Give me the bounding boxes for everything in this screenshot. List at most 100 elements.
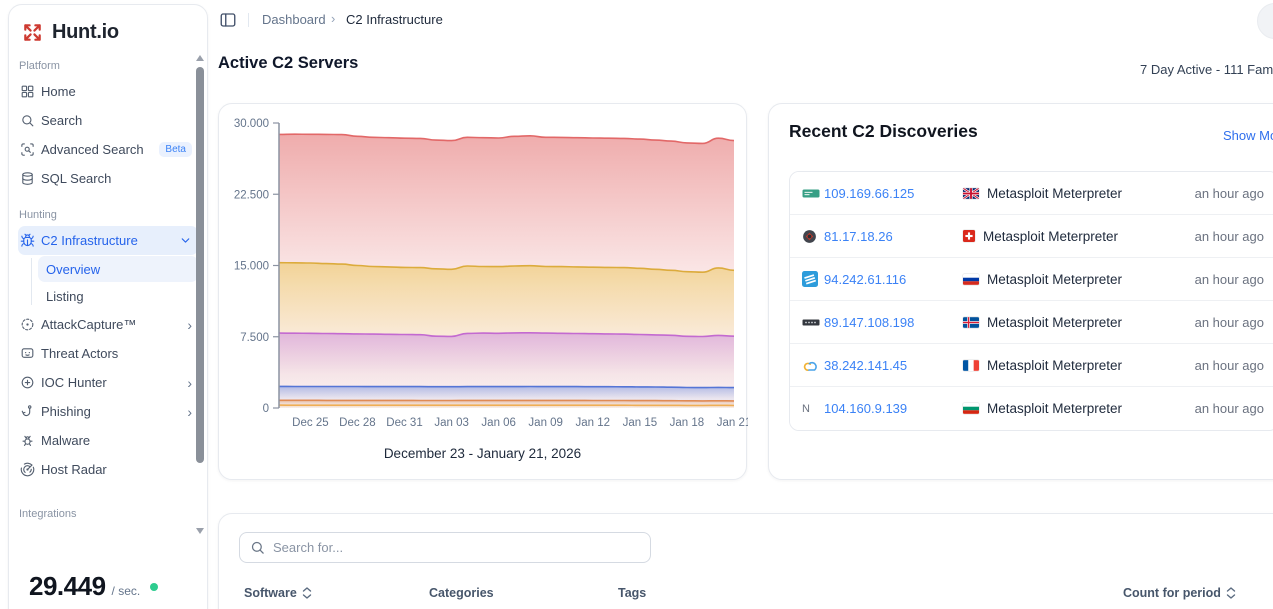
column-header-count-for-period[interactable]: Count for period [1123, 586, 1236, 600]
breadcrumb-dashboard[interactable]: Dashboard [262, 12, 326, 27]
ip-link[interactable]: 94.242.61.116 [824, 272, 963, 287]
brand[interactable]: Hunt.io [9, 5, 207, 54]
discovery-time: an hour ago [1195, 186, 1264, 201]
circle-plus-icon [20, 375, 35, 390]
svg-text:Dec 28: Dec 28 [339, 417, 375, 429]
topbar-divider [248, 13, 249, 27]
section-label-platform: Platform [18, 60, 198, 72]
home-grid-icon [20, 84, 35, 99]
discovery-row: 81.17.18.26Metasploit Meterpreteran hour… [790, 215, 1273, 258]
ip-link[interactable]: 104.160.9.139 [824, 401, 963, 416]
sidebar-item-host-radar[interactable]: Host Radar [18, 455, 198, 484]
sidebar-item-sql-search[interactable]: SQL Search [18, 164, 198, 193]
column-header-software[interactable]: Software [244, 586, 312, 600]
letter-n-logo-icon: N [802, 403, 824, 415]
svg-text:0: 0 [263, 403, 269, 415]
discovery-row: 94.242.61.116 Metasploit Meterpreter an ho… [790, 258, 1273, 301]
search-box [239, 532, 651, 563]
sidebar-item-threat-actors[interactable]: Threat Actors [18, 339, 198, 368]
c2-infrastructure-dashboard: { "app": { "brand": "Hunt.io" }, "sideba… [0, 0, 1273, 609]
discovery-row: 89.147.108.198 Metasploit Meterpreter an h… [790, 301, 1273, 344]
sidebar-item-ioc-hunter[interactable]: IOC Hunter› [18, 368, 198, 397]
page-title: Active C2 Servers [218, 54, 358, 73]
search-input[interactable] [273, 540, 640, 555]
svg-text:Dec 31: Dec 31 [386, 417, 422, 429]
bug-icon [20, 233, 35, 248]
sidebar-item-label: AttackCapture™ [41, 317, 136, 332]
software-name: Metasploit Meterpreter [987, 272, 1122, 287]
database-icon [20, 171, 35, 186]
discovery-row: 38.242.141.45Metasploit Meterpreteran ho… [790, 344, 1273, 387]
column-header-label: Software [244, 586, 297, 600]
flag-ch-icon [963, 230, 975, 242]
sidebar-item-search[interactable]: Search [18, 106, 198, 135]
sidebar-item-label: Malware [41, 433, 90, 448]
chart-caption: December 23 - January 21, 2026 [219, 446, 746, 461]
dark-bar-logo-icon [802, 318, 824, 327]
scan-search-icon [20, 142, 35, 157]
sidebar-item-phishing[interactable]: Phishing› [18, 397, 198, 426]
sort-icon [302, 587, 312, 599]
green-banner-logo-icon [802, 187, 824, 200]
sidebar-item-advanced-search[interactable]: Advanced SearchBeta [18, 135, 198, 164]
discovery-row: 109.169.66.125Metasploit Meterpreteran h… [790, 172, 1273, 215]
sidebar-toggle-icon[interactable] [219, 11, 237, 29]
sidebar-item-home[interactable]: Home [18, 77, 198, 106]
column-header-label: Categories [429, 586, 494, 600]
sidebar-nav: Platform Home SearchAdvanced SearchBetaSQL… [9, 60, 207, 520]
active-c2-chart-card: 07.50015.00022.50030.000Dec 25Dec 28Dec … [218, 103, 747, 480]
flag-ru-icon [963, 274, 979, 285]
sidebar-item-label: Home [41, 84, 76, 99]
column-header-categories: Categories [429, 586, 494, 600]
ip-link[interactable]: 109.169.66.125 [824, 186, 963, 201]
column-header-tags: Tags [618, 586, 646, 600]
sidebar-subitem-listing[interactable]: Listing [38, 283, 198, 309]
online-status-dot [150, 583, 158, 591]
column-header-label: Tags [618, 586, 646, 600]
flag-is-icon [963, 317, 979, 328]
actor-mask-icon [20, 346, 35, 361]
discovery-time: an hour ago [1195, 315, 1264, 330]
sidebar-subitem-overview[interactable]: Overview [38, 256, 198, 282]
scrollbar-thumb[interactable] [196, 67, 204, 463]
avatar[interactable] [1257, 3, 1273, 39]
breadcrumb-separator: › [331, 11, 335, 26]
sidebar-item-attackcapture[interactable]: AttackCapture™› [18, 310, 198, 339]
discoveries-list: 109.169.66.125 Metasploit Meterpreter an h… [789, 171, 1273, 431]
c2-area-chart: 07.50015.00022.50030.000Dec 25Dec 28Dec … [219, 104, 748, 436]
malware-bug-icon [20, 433, 35, 448]
section-label-hunting: Hunting [18, 209, 198, 221]
sidebar-item-label: Threat Actors [41, 346, 118, 361]
search-icon [250, 540, 265, 555]
show-more-link[interactable]: Show More [1223, 128, 1273, 143]
ip-link[interactable]: 81.17.18.26 [824, 229, 963, 244]
column-header-label: Count for period [1123, 586, 1221, 600]
flag-bg-icon [963, 403, 979, 414]
sidebar-item-c2-infrastructure[interactable]: C2 Infrastructure [18, 226, 198, 255]
svg-text:Dec 25: Dec 25 [292, 417, 328, 429]
discovery-time: an hour ago [1195, 229, 1264, 244]
scrollbar-down-arrow[interactable] [196, 528, 204, 534]
scrollbar-up-arrow[interactable] [196, 55, 204, 61]
sidebar: Hunt.io PlatformHomeSearchAdvanced Searc… [8, 4, 208, 609]
software-name: Metasploit Meterpreter [987, 315, 1122, 330]
flag-gb-icon [963, 188, 979, 199]
flag-fr-icon [963, 360, 979, 371]
software-name: Metasploit Meterpreter [987, 358, 1122, 373]
sidebar-item-label: Phishing [41, 404, 91, 419]
cloud-logo-icon [802, 359, 824, 372]
svg-text:Jan 21: Jan 21 [717, 417, 748, 429]
sidebar-item-label: IOC Hunter [41, 375, 107, 390]
sidebar-item-malware[interactable]: Malware [18, 426, 198, 455]
ip-link[interactable]: 89.147.108.198 [824, 315, 963, 330]
breadcrumb-current: C2 Infrastructure [346, 12, 443, 27]
subnav-guide-line [31, 258, 32, 305]
ingest-rate: 29.449 / sec. [29, 571, 158, 602]
sidebar-item-label: Advanced Search [41, 142, 144, 157]
svg-text:30.000: 30.000 [234, 118, 269, 130]
ip-link[interactable]: 38.242.141.45 [824, 358, 963, 373]
recent-discoveries-title: Recent C2 Discoveries [789, 121, 978, 142]
svg-text:Jan 12: Jan 12 [576, 417, 611, 429]
huntio-logo-icon [21, 21, 44, 44]
discovery-time: an hour ago [1195, 272, 1264, 287]
